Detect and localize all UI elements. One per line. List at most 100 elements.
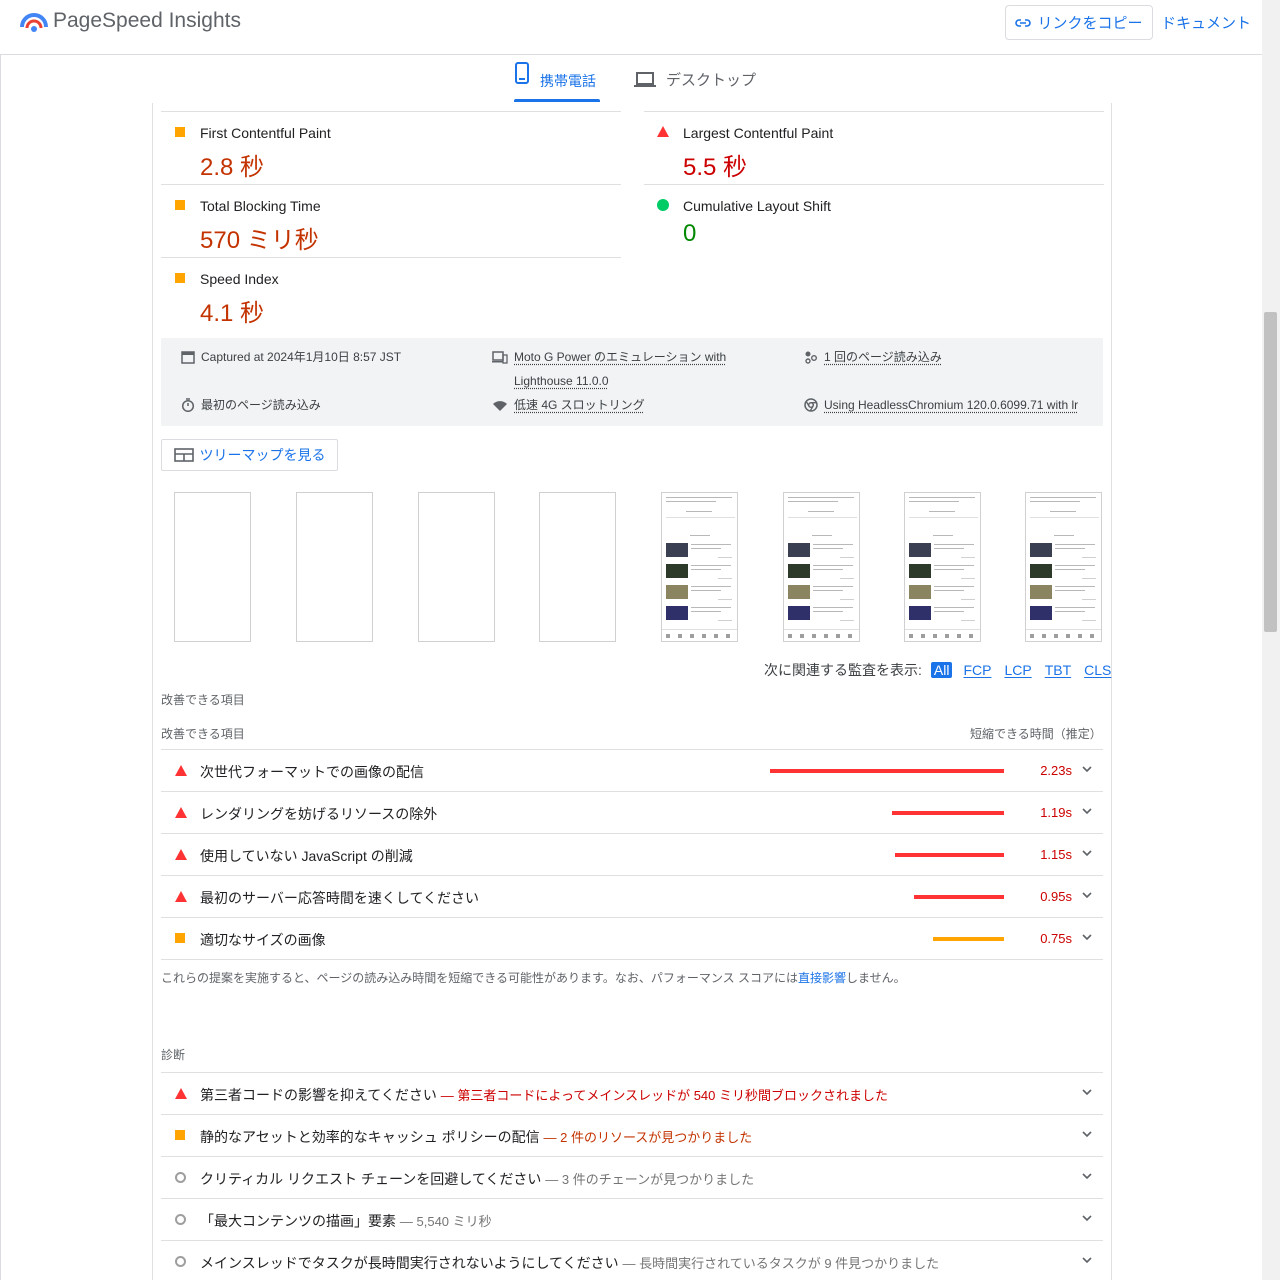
thumb-nav-dot [1066, 634, 1070, 638]
docs-link[interactable]: ドキュメント [1161, 12, 1251, 33]
thumb-text-line [813, 607, 853, 608]
thumb-text-line [691, 544, 731, 545]
savings-bar [895, 853, 1004, 857]
audit-title: 最初のサーバー応答時間を速くしてください [200, 888, 479, 908]
diagnostic-row[interactable]: 静的なアセットと効率的なキャッシュ ポリシーの配信 — 2 件のリソースが見つか… [161, 1114, 1103, 1156]
device-info[interactable]: Moto G Power のエミュレーション with Lighthouse 1… [492, 345, 726, 393]
filter-chip-lcp[interactable]: LCP [1002, 662, 1033, 678]
tab-mobile[interactable]: 携帯電話 [514, 62, 596, 102]
vertical-scrollbar[interactable] [1262, 0, 1280, 1280]
opportunity-row[interactable]: 適切なサイズの画像 0.75s [161, 917, 1103, 960]
diagnostic-row[interactable]: 第三者コードの影響を抑えてください — 第三者コードによってメインスレッドが 5… [161, 1072, 1103, 1114]
savings-value: 0.95s [1040, 889, 1072, 904]
chevron-down-icon [1080, 888, 1094, 902]
scrollbar-thumb[interactable] [1264, 312, 1277, 632]
audit-title: 適切なサイズの画像 [200, 930, 326, 950]
thumb-nav-dot [1030, 634, 1034, 638]
filter-chip-tbt[interactable]: TBT [1043, 662, 1073, 678]
filter-chip-cls[interactable]: CLS [1082, 662, 1113, 678]
opportunity-row[interactable]: 使用していない JavaScript の削減 1.15s [161, 833, 1103, 875]
fail-indicator-icon [175, 807, 187, 818]
diagnostic-row[interactable]: メインスレッドでタスクが長時間実行されないようにしてください — 長時間実行され… [161, 1240, 1103, 1282]
page-loads-info[interactable]: 1 回のページ読み込み [804, 345, 942, 369]
thumb-text-line [1055, 611, 1085, 612]
opportunity-row[interactable]: レンダリングを妨げるリソースの除外 1.19s [161, 791, 1103, 833]
timer-icon [181, 398, 195, 412]
thumb-text-line [1082, 557, 1096, 558]
thumb-nav-dot [1078, 634, 1082, 638]
throttling-info[interactable]: 低速 4G スロットリング [492, 393, 645, 417]
thumb-text-line [691, 590, 721, 591]
metric-label: Speed Index [200, 271, 279, 287]
metric-tbt: Total Blocking Time 570 ミリ秒 [161, 185, 621, 258]
audit-filter: 次に関連する監査を表示: All FCP LCP TBT CLS [764, 660, 1113, 680]
thumb-text-line [934, 607, 974, 608]
diagnostic-row[interactable]: 「最大コンテンツの描画」要素 — 5,540 ミリ秒 [161, 1198, 1103, 1240]
content-border-right [1111, 103, 1112, 1280]
browser-info[interactable]: Using HeadlessChromium 120.0.6099.71 wit… [804, 393, 1078, 417]
thumb-divider [788, 517, 857, 518]
thumb-text-line [1030, 497, 1096, 498]
diagnostic-row[interactable]: クリティカル リクエスト チェーンを回避してください — 3 件のチェーンが見つ… [161, 1156, 1103, 1198]
run-info-box: Captured at 2024年1月10日 8:57 JST 最初のページ読み… [161, 338, 1103, 426]
thumb-text-line [934, 548, 964, 549]
fail-indicator-icon [175, 891, 187, 902]
thumb-nav-dot [788, 634, 792, 638]
thumb-text-line [813, 590, 843, 591]
thumb-image [788, 585, 810, 599]
metric-value: 2.8 秒 [200, 147, 264, 182]
info-indicator-icon [175, 1172, 186, 1183]
thumb-nav-dot [702, 634, 706, 638]
thumb-text-line [961, 599, 975, 600]
thumb-image [788, 606, 810, 620]
metric-label: Cumulative Layout Shift [683, 198, 831, 214]
thumb-text-line [1082, 578, 1096, 579]
savings-bar [892, 811, 1004, 815]
filter-prompt: 次に関連する監査を表示: [764, 660, 922, 680]
thumb-text-line [1054, 535, 1074, 536]
average-indicator-icon [175, 127, 185, 137]
thumb-text-line [1030, 501, 1080, 502]
thumb-text-line [934, 569, 964, 570]
direct-impact-link[interactable]: 直接影響 [798, 971, 846, 985]
chevron-down-icon [1080, 1085, 1094, 1099]
tab-mobile-label: 携帯電話 [540, 71, 596, 91]
treemap-icon [174, 448, 194, 462]
tab-desktop[interactable]: デスクトップ [634, 62, 756, 102]
wifi-icon [492, 398, 508, 412]
thumb-text-line [840, 620, 854, 621]
thumb-text-line [813, 548, 843, 549]
thumb-nav-dot [666, 634, 670, 638]
treemap-label: ツリーマップを見る [200, 445, 326, 465]
filter-chip-all[interactable]: All [931, 662, 953, 678]
opportunity-row[interactable]: 次世代フォーマットでの画像の配信 2.23s [161, 749, 1103, 791]
thumb-image [666, 564, 688, 578]
opportunity-row[interactable]: 最初のサーバー応答時間を速くしてください 0.95s [161, 875, 1103, 917]
thumb-divider [666, 517, 735, 518]
thumb-image [1030, 606, 1052, 620]
thumb-image [1030, 585, 1052, 599]
savings-value: 1.15s [1040, 847, 1072, 862]
metric-si: Speed Index 4.1 秒 [161, 258, 621, 331]
thumb-text-line [1055, 586, 1095, 587]
thumb-text-line [691, 586, 731, 587]
chevron-down-icon [1080, 1211, 1094, 1225]
thumb-text-line [691, 569, 721, 570]
view-treemap-button[interactable]: ツリーマップを見る [161, 439, 338, 471]
thumb-text-line [813, 611, 843, 612]
laptop-icon [634, 71, 656, 89]
copy-link-button[interactable]: リンクをコピー [1005, 5, 1153, 40]
thumb-image [788, 564, 810, 578]
thumb-nav-dot [678, 634, 682, 638]
thumb-image [1030, 543, 1052, 557]
opportunities-table-header: 改善できる項目 [161, 725, 245, 742]
filmstrip-frame [783, 492, 860, 642]
filter-chip-fcp[interactable]: FCP [961, 662, 993, 678]
thumb-text-line [961, 557, 975, 558]
thumb-image [909, 543, 931, 557]
thumb-text-line [929, 511, 955, 512]
thumb-text-line [788, 501, 838, 502]
chevron-down-icon [1080, 1253, 1094, 1267]
thumb-nav-dot [812, 634, 816, 638]
metric-value: 4.1 秒 [200, 293, 264, 328]
